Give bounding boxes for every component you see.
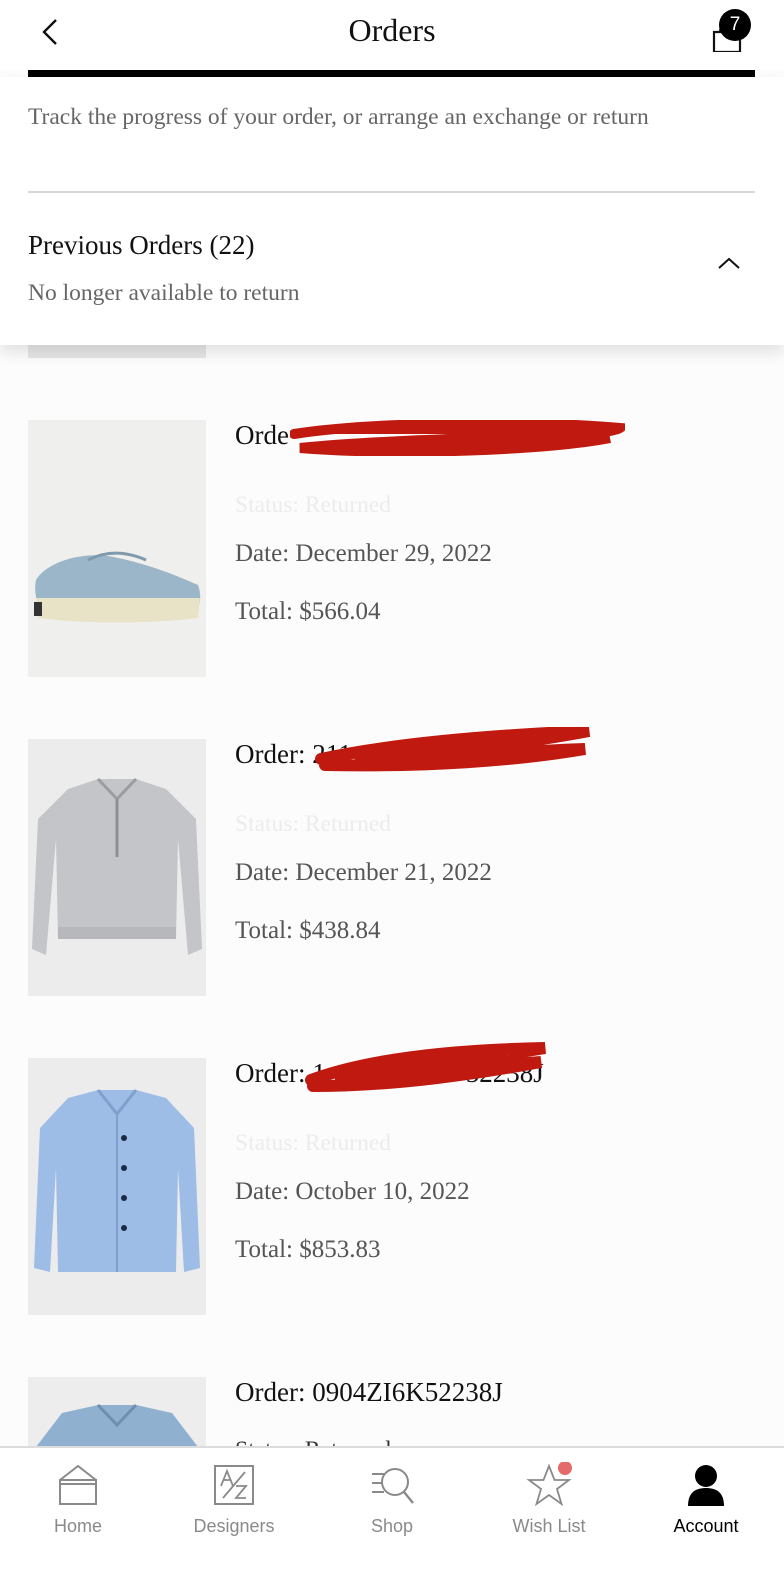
product-thumbnail: [28, 1058, 206, 1315]
orders-panel: Track the progress of your order, or arr…: [0, 77, 784, 345]
order-date: Date: October 10, 2022: [235, 1178, 470, 1205]
order-status: Status: Returned: [235, 492, 391, 518]
tab-wish-list[interactable]: Wish List: [471, 1448, 627, 1548]
previous-orders-title[interactable]: Previous Orders (22): [28, 230, 254, 261]
tab-home[interactable]: Home: [0, 1448, 156, 1548]
page-title: Orders: [348, 12, 436, 48]
divider: [28, 191, 755, 193]
tab-label: Shop: [370, 1516, 414, 1536]
order-number: Orde: [235, 420, 289, 450]
tab-shop[interactable]: Shop: [314, 1448, 470, 1548]
intro-text: Track the progress of your order, or arr…: [28, 104, 649, 130]
top-bar: Orders 7: [0, 0, 784, 70]
tab-label: Wish List: [512, 1516, 586, 1536]
sweatshirt-image: [28, 739, 206, 996]
order-item[interactable]: Order: 1 52238J Status: Returned Date: Oc…: [0, 1042, 784, 1316]
redaction-scribble: [315, 727, 591, 772]
order-date: Date: December 29, 2022: [235, 540, 492, 567]
order-total: Total: $853.83: [235, 1236, 381, 1263]
notification-dot: [558, 1462, 572, 1475]
tab-label: Designers: [193, 1516, 275, 1536]
star-icon: [526, 1462, 572, 1507]
order-number: Order: 0904ZI6K52238J: [235, 1377, 503, 1407]
previous-orders-subtitle: No longer available to return: [28, 280, 300, 306]
product-thumbnail: [28, 739, 206, 996]
bottom-tab-bar: Home Designers Shop Wish List Account: [0, 1446, 784, 1596]
tab-designers[interactable]: Designers: [156, 1448, 312, 1548]
redaction-scribble: [305, 1042, 547, 1092]
order-status: Status: Returned: [235, 1130, 391, 1156]
order-item[interactable]: Orde Status: Returned Date: December 29,…: [0, 420, 784, 678]
order-status: Status: Returned: [235, 811, 391, 837]
order-date: Date: December 21, 2022: [235, 859, 492, 886]
account-icon: [688, 1465, 724, 1506]
tab-label: Home: [53, 1516, 102, 1536]
bag-count-badge: 7: [719, 9, 751, 41]
header-divider: [28, 70, 755, 77]
collapse-previous-orders-button[interactable]: [714, 253, 744, 273]
chevron-up-icon: [718, 257, 740, 269]
designers-icon: [214, 1465, 254, 1505]
shop-search-icon: [372, 1468, 414, 1504]
jacket-image: [28, 1058, 206, 1315]
order-item[interactable]: Order: 211 Status: Returned Date: Decemb…: [0, 727, 784, 997]
order-total: Total: $438.84: [235, 917, 381, 944]
tab-label: Account: [673, 1516, 739, 1536]
product-thumbnail: [28, 420, 206, 677]
home-icon: [59, 1464, 97, 1505]
sneaker-image: [28, 420, 206, 677]
tab-account[interactable]: Account: [628, 1448, 784, 1548]
redaction-scribble: [290, 420, 625, 456]
order-total: Total: $566.04: [235, 598, 381, 625]
